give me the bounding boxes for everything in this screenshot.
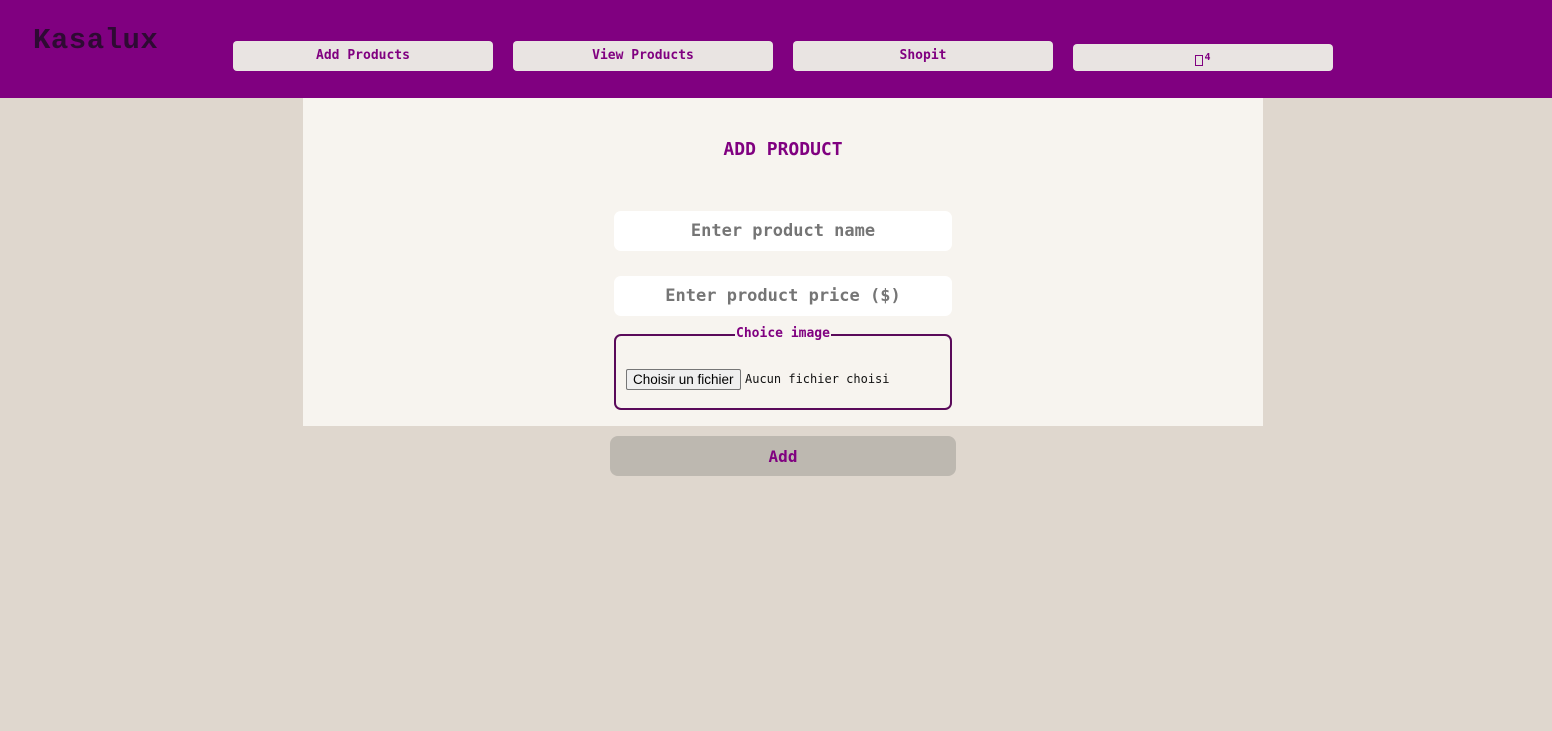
file-status-text: Aucun fichier choisi (745, 372, 890, 386)
nav-shopit-button[interactable]: Shopit (793, 41, 1053, 71)
cart-count-badge: 4 (1204, 52, 1211, 63)
nav-view-products-button[interactable]: View Products (513, 41, 773, 71)
image-fieldset: Choice image Choisir un fichier Aucun fi… (614, 326, 952, 410)
image-fieldset-legend: Choice image (616, 326, 950, 342)
product-price-input[interactable] (614, 276, 952, 316)
product-name-input[interactable] (614, 211, 952, 251)
brand-logo[interactable]: Kasalux (33, 24, 158, 57)
cart-icon (1195, 55, 1204, 66)
nav-cart-button[interactable]: 4 (1073, 44, 1333, 71)
choose-file-button[interactable]: Choisir un fichier (626, 369, 741, 390)
image-legend-text: Choice image (735, 326, 831, 341)
nav-add-products-button[interactable]: Add Products (233, 41, 493, 71)
add-product-panel: ADD PRODUCT Choice image Choisir un fich… (303, 98, 1263, 426)
top-navbar: Kasalux Add Products View Products Shopi… (0, 0, 1552, 98)
add-product-submit-button[interactable]: Add (610, 436, 956, 476)
page-title: ADD PRODUCT (723, 139, 843, 160)
